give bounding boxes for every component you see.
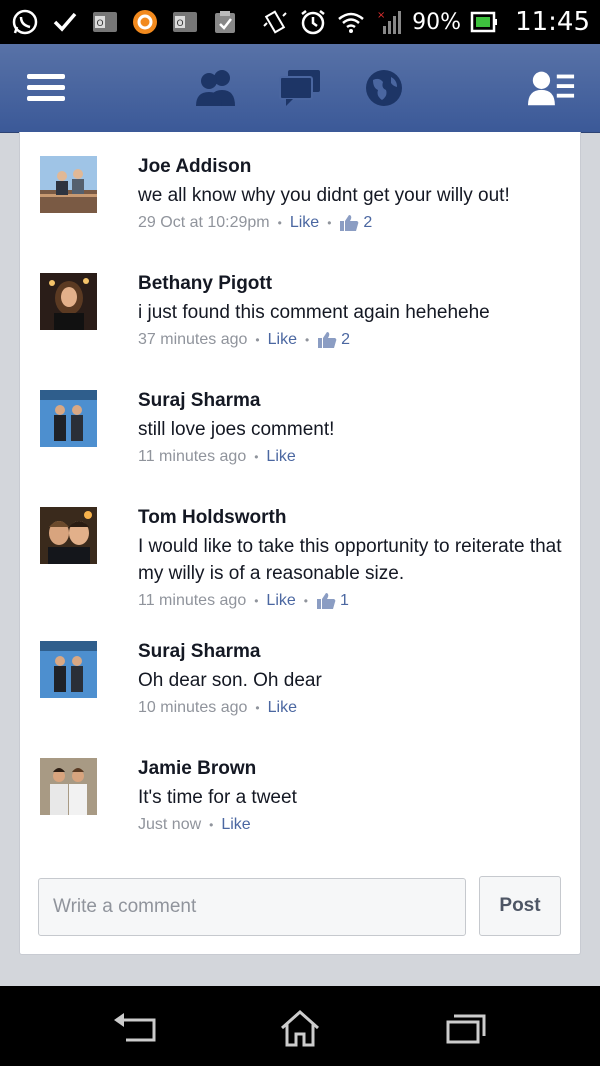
- wifi-icon: [336, 7, 366, 37]
- comment-timestamp: 11 minutes ago: [138, 448, 247, 465]
- check-icon: [50, 7, 80, 37]
- commenter-name[interactable]: Suraj Sharma: [138, 390, 568, 412]
- like-link[interactable]: Like: [290, 214, 319, 232]
- commenter-name[interactable]: Bethany Pigott: [138, 273, 568, 295]
- thumbs-up-icon: [316, 593, 336, 609]
- comment-body: Jamie Brown It's time for a tweet Just n…: [138, 758, 568, 836]
- comment-timestamp: 11 minutes ago: [138, 592, 247, 609]
- commenter-name[interactable]: Joe Addison: [138, 156, 568, 178]
- clipboard-icon: [210, 7, 240, 37]
- separator-dot: •: [277, 216, 282, 230]
- status-bar: O O × 90% 11:45: [0, 0, 600, 44]
- post-button[interactable]: Post: [479, 876, 561, 936]
- outlook-icon: O: [170, 7, 200, 37]
- comment-body: Suraj Sharma still love joes comment! 11…: [138, 390, 568, 468]
- like-count-value: 1: [339, 592, 349, 609]
- battery-icon: [469, 7, 499, 37]
- comment-body: Tom Holdsworth I would like to take this…: [138, 507, 568, 612]
- like-count[interactable]: 1: [316, 592, 349, 610]
- back-icon[interactable]: [105, 1006, 165, 1050]
- notifications-globe-icon[interactable]: [360, 64, 408, 112]
- comment-text: I would like to take this opportunity to…: [138, 536, 562, 584]
- menu-icon[interactable]: [22, 64, 70, 112]
- thumbs-up-icon: [318, 332, 337, 348]
- friend-requests-icon[interactable]: [192, 64, 240, 112]
- avatar[interactable]: [40, 507, 97, 564]
- like-link[interactable]: Like: [268, 699, 297, 717]
- top-navigation-bar: [0, 44, 600, 133]
- comment-meta: 37 minutes ago • Like • 2: [138, 329, 568, 351]
- like-count-value: 2: [363, 214, 373, 231]
- separator-dot: •: [254, 594, 259, 608]
- avatar[interactable]: [40, 390, 97, 447]
- home-icon[interactable]: [270, 1006, 330, 1050]
- messages-icon[interactable]: [276, 64, 324, 112]
- separator-dot: •: [303, 594, 308, 608]
- comment-timestamp: 37 minutes ago: [138, 331, 248, 348]
- comment-body: Joe Addison we all know why you didnt ge…: [138, 156, 568, 234]
- alarm-icon: [298, 7, 328, 37]
- like-count[interactable]: 2: [317, 331, 350, 349]
- like-count-value: 2: [341, 331, 351, 348]
- avatar[interactable]: [40, 273, 97, 330]
- comment-meta: Just now • Like: [138, 814, 568, 836]
- whatsapp-icon: [10, 7, 40, 37]
- orange-app-icon: [130, 7, 160, 37]
- separator-dot: •: [254, 450, 259, 464]
- commenter-name[interactable]: Suraj Sharma: [138, 641, 568, 663]
- comment-body: Suraj Sharma Oh dear son. Oh dear 10 min…: [138, 641, 568, 719]
- notification-icons: O O: [10, 6, 240, 38]
- avatar[interactable]: [40, 156, 97, 213]
- comment-text: i just found this comment again hehehehe: [138, 302, 490, 323]
- comment-input[interactable]: [39, 879, 465, 935]
- comment-meta: 10 minutes ago • Like: [138, 697, 568, 719]
- system-icons: × 90% 11:45: [260, 6, 590, 38]
- comment-body: Bethany Pigott i just found this comment…: [138, 273, 568, 351]
- comment-timestamp: 29 Oct at 10:29pm: [138, 214, 270, 231]
- separator-dot: •: [255, 701, 260, 715]
- thumbs-up-icon: [340, 215, 359, 231]
- like-link[interactable]: Like: [266, 448, 295, 466]
- commenter-name[interactable]: Jamie Brown: [138, 758, 568, 780]
- avatar[interactable]: [40, 641, 97, 698]
- svg-text:×: ×: [377, 10, 385, 21]
- separator-dot: •: [304, 333, 310, 347]
- comment-meta: 11 minutes ago • Like: [138, 446, 568, 468]
- like-link[interactable]: Like: [268, 331, 297, 349]
- recent-apps-icon[interactable]: [436, 1006, 496, 1050]
- separator-dot: •: [209, 818, 214, 832]
- comment-meta: 29 Oct at 10:29pm • Like • 2: [138, 212, 568, 234]
- comment-text: Oh dear son. Oh dear: [138, 670, 322, 691]
- outlook-icon: O: [90, 7, 120, 37]
- vibrate-icon: [260, 7, 290, 37]
- separator-dot: •: [255, 333, 260, 347]
- battery-percent: 90%: [412, 9, 462, 35]
- clock: 11:45: [515, 7, 590, 37]
- like-link[interactable]: Like: [221, 816, 250, 834]
- comment-text: we all know why you didnt get your willy…: [138, 185, 510, 206]
- svg-text:O: O: [176, 19, 183, 29]
- avatar[interactable]: [40, 758, 97, 815]
- comments-card: Joe Addison we all know why you didnt ge…: [19, 132, 581, 955]
- comment-composer: [38, 878, 466, 936]
- commenter-name[interactable]: Tom Holdsworth: [138, 507, 568, 529]
- comment-timestamp: Just now: [138, 816, 202, 833]
- comment-text: still love joes comment!: [138, 419, 335, 440]
- svg-text:O: O: [96, 19, 103, 29]
- comment-text: It's time for a tweet: [138, 787, 297, 808]
- separator-dot: •: [327, 216, 332, 230]
- comment-timestamp: 10 minutes ago: [138, 699, 248, 716]
- signal-icon: ×: [374, 7, 404, 37]
- like-link[interactable]: Like: [266, 592, 295, 610]
- comment-meta: 11 minutes ago • Like • 1: [138, 590, 568, 612]
- system-navigation-bar: [0, 986, 600, 1066]
- friends-list-icon[interactable]: [528, 64, 576, 112]
- like-count[interactable]: 2: [339, 214, 372, 232]
